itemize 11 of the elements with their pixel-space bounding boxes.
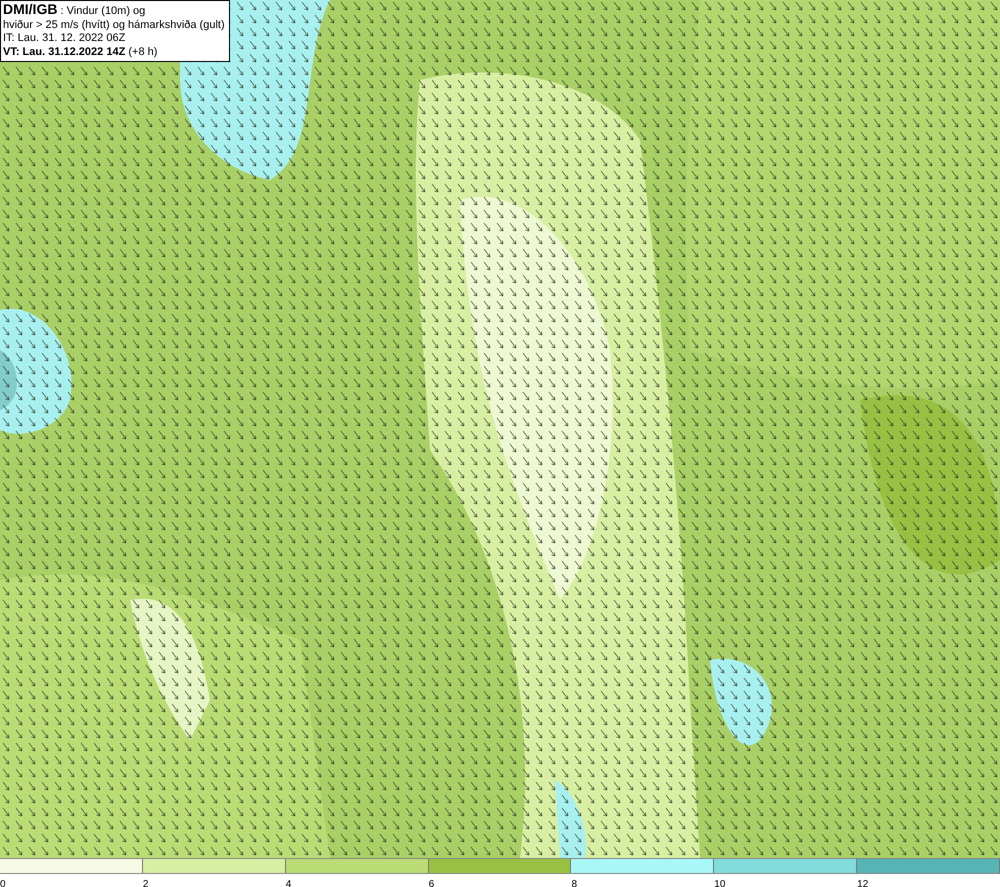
- legend-tick-label: 6: [428, 879, 434, 887]
- title-line: VT: Lau. 31.12.2022 14Z (+8 h): [3, 46, 158, 59]
- legend-tick-label: 4: [286, 879, 292, 887]
- legend-tick-label: 8: [571, 879, 577, 887]
- legend-tick-label: 0: [0, 879, 6, 887]
- legend-tick-label: 10: [714, 879, 726, 887]
- title-line: DMI/IGB : Vindur (10m) og: [3, 3, 146, 18]
- title-line: IT: Lau. 31. 12. 2022 06Z: [3, 32, 126, 46]
- title-line: hviður > 25 m/s (hvítt) og hámarkshviða (gult): [3, 18, 226, 32]
- legend-tick-label: 2: [142, 879, 148, 887]
- legend-tick-label: 12: [857, 879, 868, 887]
